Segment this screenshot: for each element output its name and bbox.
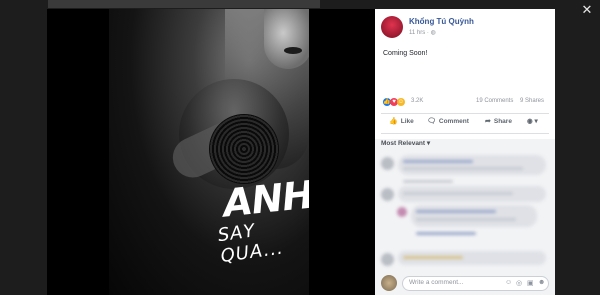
commenter-avatar <box>381 157 394 170</box>
globe-icon: · ◍ <box>426 30 436 36</box>
view-replies-blur <box>416 232 476 235</box>
comment-bubble <box>398 155 546 175</box>
comment-button[interactable]: 🗨 Comment <box>427 117 469 125</box>
post-time[interactable]: 11 hrs <box>409 30 425 36</box>
poster-image: ANH SAY QUA... <box>109 9 309 295</box>
caret-down-icon: ▾ <box>426 140 431 147</box>
comment-text-blur <box>403 256 463 259</box>
replier-avatar <box>397 207 407 217</box>
commenter-avatar <box>381 253 394 266</box>
reply-bubble <box>411 205 537 227</box>
gif-icon[interactable]: ▣ <box>527 279 534 287</box>
globe-audience-icon: ◉ <box>527 118 533 125</box>
close-icon[interactable]: ✕ <box>580 3 594 17</box>
commenter-avatar <box>381 188 394 201</box>
comment-author-blur <box>403 160 473 163</box>
post-text: Coming Soon! <box>383 50 428 57</box>
comment-sort-label: Most Relevant <box>381 140 426 147</box>
poster-lace <box>209 114 279 184</box>
comment-composer: Write a comment... ☺ ◎ ▣ ☻ <box>381 274 549 292</box>
emoji-icon[interactable]: ☺ <box>505 279 512 286</box>
camera-icon[interactable]: ◎ <box>516 279 522 287</box>
post-header: Khổng Tú Quỳnh 11 hrs · ◍ <box>381 16 551 42</box>
photo-stage[interactable]: ANH SAY QUA... <box>47 9 375 295</box>
like-label: Like <box>400 118 414 125</box>
thumbs-up-icon: 👍 <box>389 118 398 125</box>
comment-icon: 🗨 <box>427 118 436 125</box>
viewer-avatar <box>381 275 397 291</box>
comment-input[interactable]: Write a comment... ☺ ◎ ▣ ☻ <box>402 276 549 291</box>
sticker-icon[interactable]: ☻ <box>538 279 545 286</box>
post-panel: Khổng Tú Quỳnh 11 hrs · ◍ Coming Soon! 👍… <box>375 9 555 295</box>
post-meta: 11 hrs · ◍ <box>409 29 436 36</box>
reply-author-blur <box>416 210 496 213</box>
poster-face <box>264 9 309 69</box>
divider <box>381 113 549 114</box>
shares-count[interactable]: 9 Shares <box>520 98 544 104</box>
haha-reaction-icon[interactable]: ☺ <box>397 98 405 106</box>
poster-lips <box>284 47 302 54</box>
viewer-top-bar <box>48 0 320 8</box>
reaction-count[interactable]: 3.2K <box>411 98 423 104</box>
comment-label: Comment <box>438 118 469 125</box>
comment-text-blur <box>403 167 523 170</box>
divider <box>381 133 549 134</box>
author-avatar[interactable] <box>381 16 403 38</box>
comment-meta-blur <box>403 180 453 183</box>
reactions-row: 👍 ♥ ☺ 3.2K 19 Comments 9 Shares <box>383 97 549 109</box>
post-actions: 👍 Like 🗨 Comment ➦ Share ◉ ▾ <box>381 115 549 131</box>
share-button[interactable]: ➦ Share <box>485 117 512 125</box>
share-icon: ➦ <box>485 118 491 125</box>
comment-text-blur <box>403 192 513 195</box>
audience-selector[interactable]: ◉ ▾ <box>527 117 538 125</box>
caret-down-icon: ▾ <box>534 118 538 125</box>
comment-placeholder: Write a comment... <box>409 279 464 286</box>
comments-count[interactable]: 19 Comments <box>476 98 513 104</box>
share-label: Share <box>493 118 512 125</box>
reply-text-blur <box>416 218 516 221</box>
comment-sort[interactable]: Most Relevant ▾ <box>381 139 430 147</box>
like-button[interactable]: 👍 Like <box>389 117 414 125</box>
author-name[interactable]: Khổng Tú Quỳnh <box>409 17 474 26</box>
